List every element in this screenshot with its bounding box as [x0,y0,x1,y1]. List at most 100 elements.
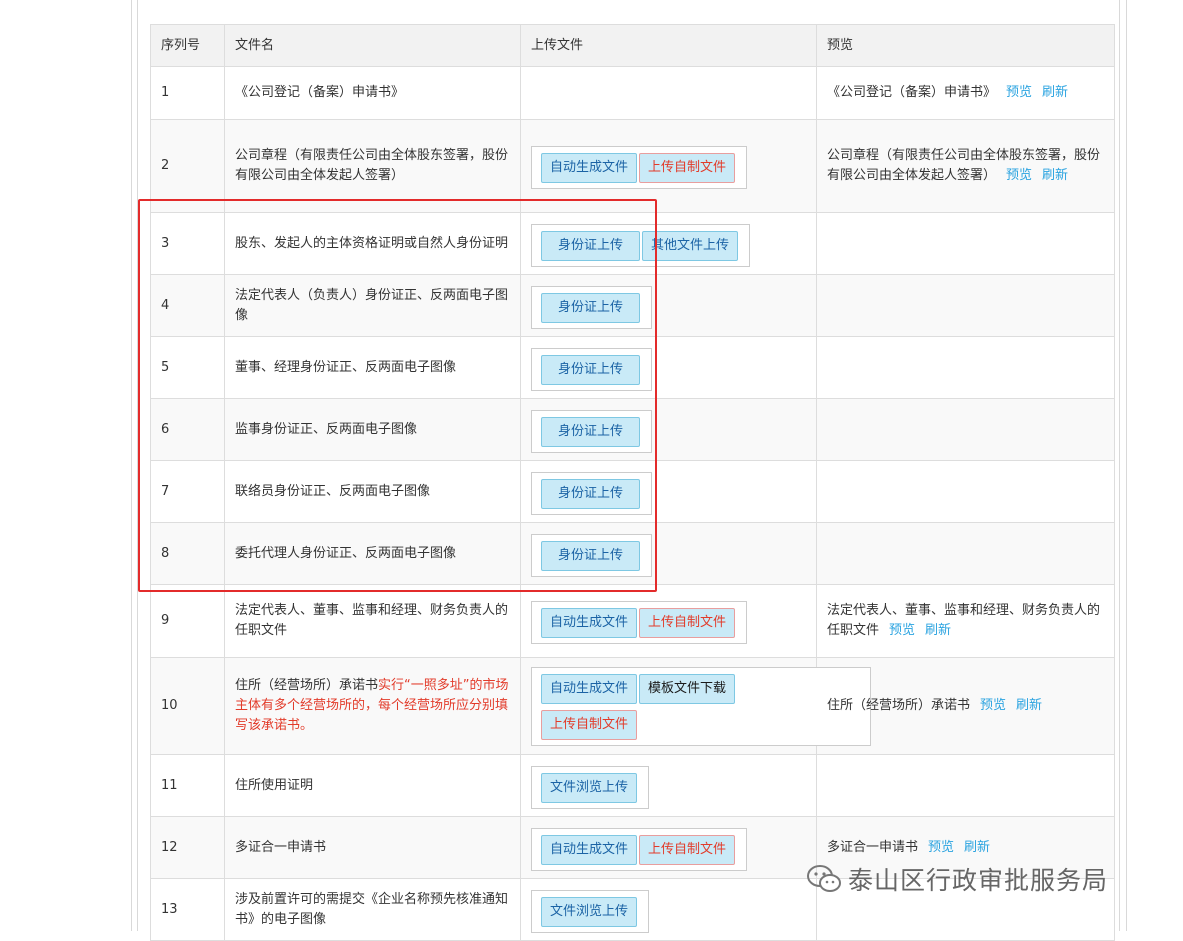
auto-generate-button[interactable]: 自动生成文件 [541,608,638,638]
other-file-upload-button[interactable]: 其他文件上传 [642,230,739,261]
upload-button-group: 自动生成文件 模板文件下载 上传自制文件 [531,666,871,746]
row-file-name: 公司章程（有限责任公司由全体股东签署，股份有限公司由全体发起人签署） [224,119,521,213]
row-preview-cell [816,460,1115,523]
row-upload-cell: 自动生成文件 模板文件下载 上传自制文件 [520,657,871,755]
watermark-text: 泰山区行政审批服务局 [848,866,1109,895]
row-upload-cell: 身份证上传 [520,522,817,585]
row-upload-cell: 身份证上传 [520,274,817,337]
row-seq: 13 [150,878,225,941]
refresh-link[interactable]: 刷新 [1042,168,1068,183]
preview-link[interactable]: 预览 [980,698,1006,713]
row-upload-cell: 身份证上传 [520,398,817,461]
row-upload-cell: 身份证上传 [520,336,817,399]
row-seq: 10 [150,657,225,755]
preview-link[interactable]: 预览 [889,623,915,638]
header-preview: 预览 [816,24,1115,67]
preview-text: 法定代表人、董事、监事和经理、财务负责人的任职文件 [827,603,1101,638]
refresh-link[interactable]: 刷新 [925,623,951,638]
row-file-name: 涉及前置许可的需提交《企业名称预先核准通知书》的电子图像 [224,878,521,941]
upload-button-group: 自动生成文件 上传自制文件 [531,601,748,644]
id-card-upload-button[interactable]: 身份证上传 [541,292,641,323]
row-upload-cell: 自动生成文件 上传自制文件 [520,816,817,879]
preview-link[interactable]: 预览 [1006,168,1032,183]
wechat-icon [807,865,841,892]
row-file-name: 董事、经理身份证正、反两面电子图像 [224,336,521,399]
row-seq: 4 [150,274,225,337]
row-seq: 9 [150,584,225,658]
upload-button-group: 文件浏览上传 [531,765,650,809]
row-preview-cell [816,754,1115,817]
row-file-name: 多证合一申请书 [224,816,521,879]
table-header-row: 序列号 文件名 上传文件 预览 [150,24,1115,67]
row-file-name: 联络员身份证正、反两面电子图像 [224,460,521,523]
row-seq: 1 [150,66,225,120]
table-row: 4 法定代表人（负责人）身份证正、反两面电子图像 身份证上传 [150,274,1115,337]
row-seq: 8 [150,522,225,585]
upload-button-group: 自动生成文件 上传自制文件 [531,827,748,871]
auto-generate-button[interactable]: 自动生成文件 [541,153,638,183]
upload-self-made-button[interactable]: 上传自制文件 [639,834,736,865]
header-seq: 序列号 [150,24,225,67]
table-row: 9 法定代表人、董事、监事和经理、财务负责人的任职文件 自动生成文件 上传自制文件… [150,584,1115,658]
row-seq: 2 [150,119,225,213]
preview-link[interactable]: 预览 [1006,85,1032,100]
upload-self-made-button[interactable]: 上传自制文件 [541,709,638,740]
row-upload-cell: 身份证上传 [520,460,817,523]
row-seq: 7 [150,460,225,523]
page-left-border [131,0,132,931]
row-seq: 11 [150,754,225,817]
header-upload: 上传文件 [520,24,817,67]
upload-self-made-button[interactable]: 上传自制文件 [639,153,736,183]
refresh-link[interactable]: 刷新 [964,840,990,855]
upload-button-group: 身份证上传 其他文件上传 [531,223,751,267]
table-row: 1 《公司登记（备案）申请书》 《公司登记（备案）申请书》 预览 刷新 [150,66,1115,120]
refresh-link[interactable]: 刷新 [1042,85,1068,100]
upload-button-group: 文件浏览上传 [531,889,650,933]
table-row: 11 住所使用证明 文件浏览上传 [150,754,1115,817]
upload-button-row: 上传自制文件 [541,709,861,740]
table-row: 2 公司章程（有限责任公司由全体股东签署，股份有限公司由全体发起人签署） 自动生… [150,119,1115,213]
row-upload-cell: 自动生成文件 上传自制文件 [520,119,817,213]
row-preview-cell: 法定代表人、董事、监事和经理、财务负责人的任职文件 预览 刷新 [816,584,1115,658]
row-file-name: 委托代理人身份证正、反两面电子图像 [224,522,521,585]
table-row: 7 联络员身份证正、反两面电子图像 身份证上传 [150,460,1115,523]
page-left-border-inner [137,0,138,931]
file-name-text: 住所（经营场所）承诺书 [235,678,379,693]
upload-button-group: 身份证上传 [531,471,653,515]
table-row: 10 住所（经营场所）承诺书实行“一照多址”的市场主体有多个经营场所的，每个经营… [150,657,1115,755]
id-card-upload-button[interactable]: 身份证上传 [541,540,641,571]
preview-link[interactable]: 预览 [928,840,954,855]
refresh-link[interactable]: 刷新 [1016,698,1042,713]
browse-upload-button[interactable]: 文件浏览上传 [541,772,638,803]
row-upload-cell [520,66,817,120]
row-file-name: 住所使用证明 [224,754,521,817]
row-upload-cell: 文件浏览上传 [520,754,817,817]
browse-upload-button[interactable]: 文件浏览上传 [541,896,638,927]
auto-generate-button[interactable]: 自动生成文件 [541,834,638,865]
row-preview-cell [816,522,1115,585]
upload-button-group: 自动生成文件 上传自制文件 [531,146,748,189]
id-card-upload-button[interactable]: 身份证上传 [541,354,641,385]
header-name: 文件名 [224,24,521,67]
watermark: 泰山区行政审批服务局 [806,861,1108,897]
upload-button-group: 身份证上传 [531,285,653,329]
row-seq: 5 [150,336,225,399]
row-upload-cell: 身份证上传 其他文件上传 [520,212,817,275]
id-card-upload-button[interactable]: 身份证上传 [541,478,641,509]
upload-button-group: 身份证上传 [531,533,653,577]
page-right-border-outer [1126,0,1127,931]
auto-generate-button[interactable]: 自动生成文件 [541,673,638,704]
upload-button-group: 身份证上传 [531,347,653,391]
row-upload-cell: 自动生成文件 上传自制文件 [520,584,817,658]
id-card-upload-button[interactable]: 身份证上传 [541,416,641,447]
preview-text: 《公司登记（备案）申请书》 [827,85,997,100]
id-card-upload-button[interactable]: 身份证上传 [541,230,641,261]
row-seq: 12 [150,816,225,879]
row-file-name: 法定代表人、董事、监事和经理、财务负责人的任职文件 [224,584,521,658]
row-preview-cell: 公司章程（有限责任公司由全体股东签署，股份有限公司由全体发起人签署） 预览 刷新 [816,119,1115,213]
upload-self-made-button[interactable]: 上传自制文件 [639,608,736,638]
preview-text: 多证合一申请书 [827,839,919,855]
row-preview-cell: 《公司登记（备案）申请书》 预览 刷新 [816,66,1115,120]
row-file-name: 监事身份证正、反两面电子图像 [224,398,521,461]
template-download-button[interactable]: 模板文件下载 [639,673,736,704]
